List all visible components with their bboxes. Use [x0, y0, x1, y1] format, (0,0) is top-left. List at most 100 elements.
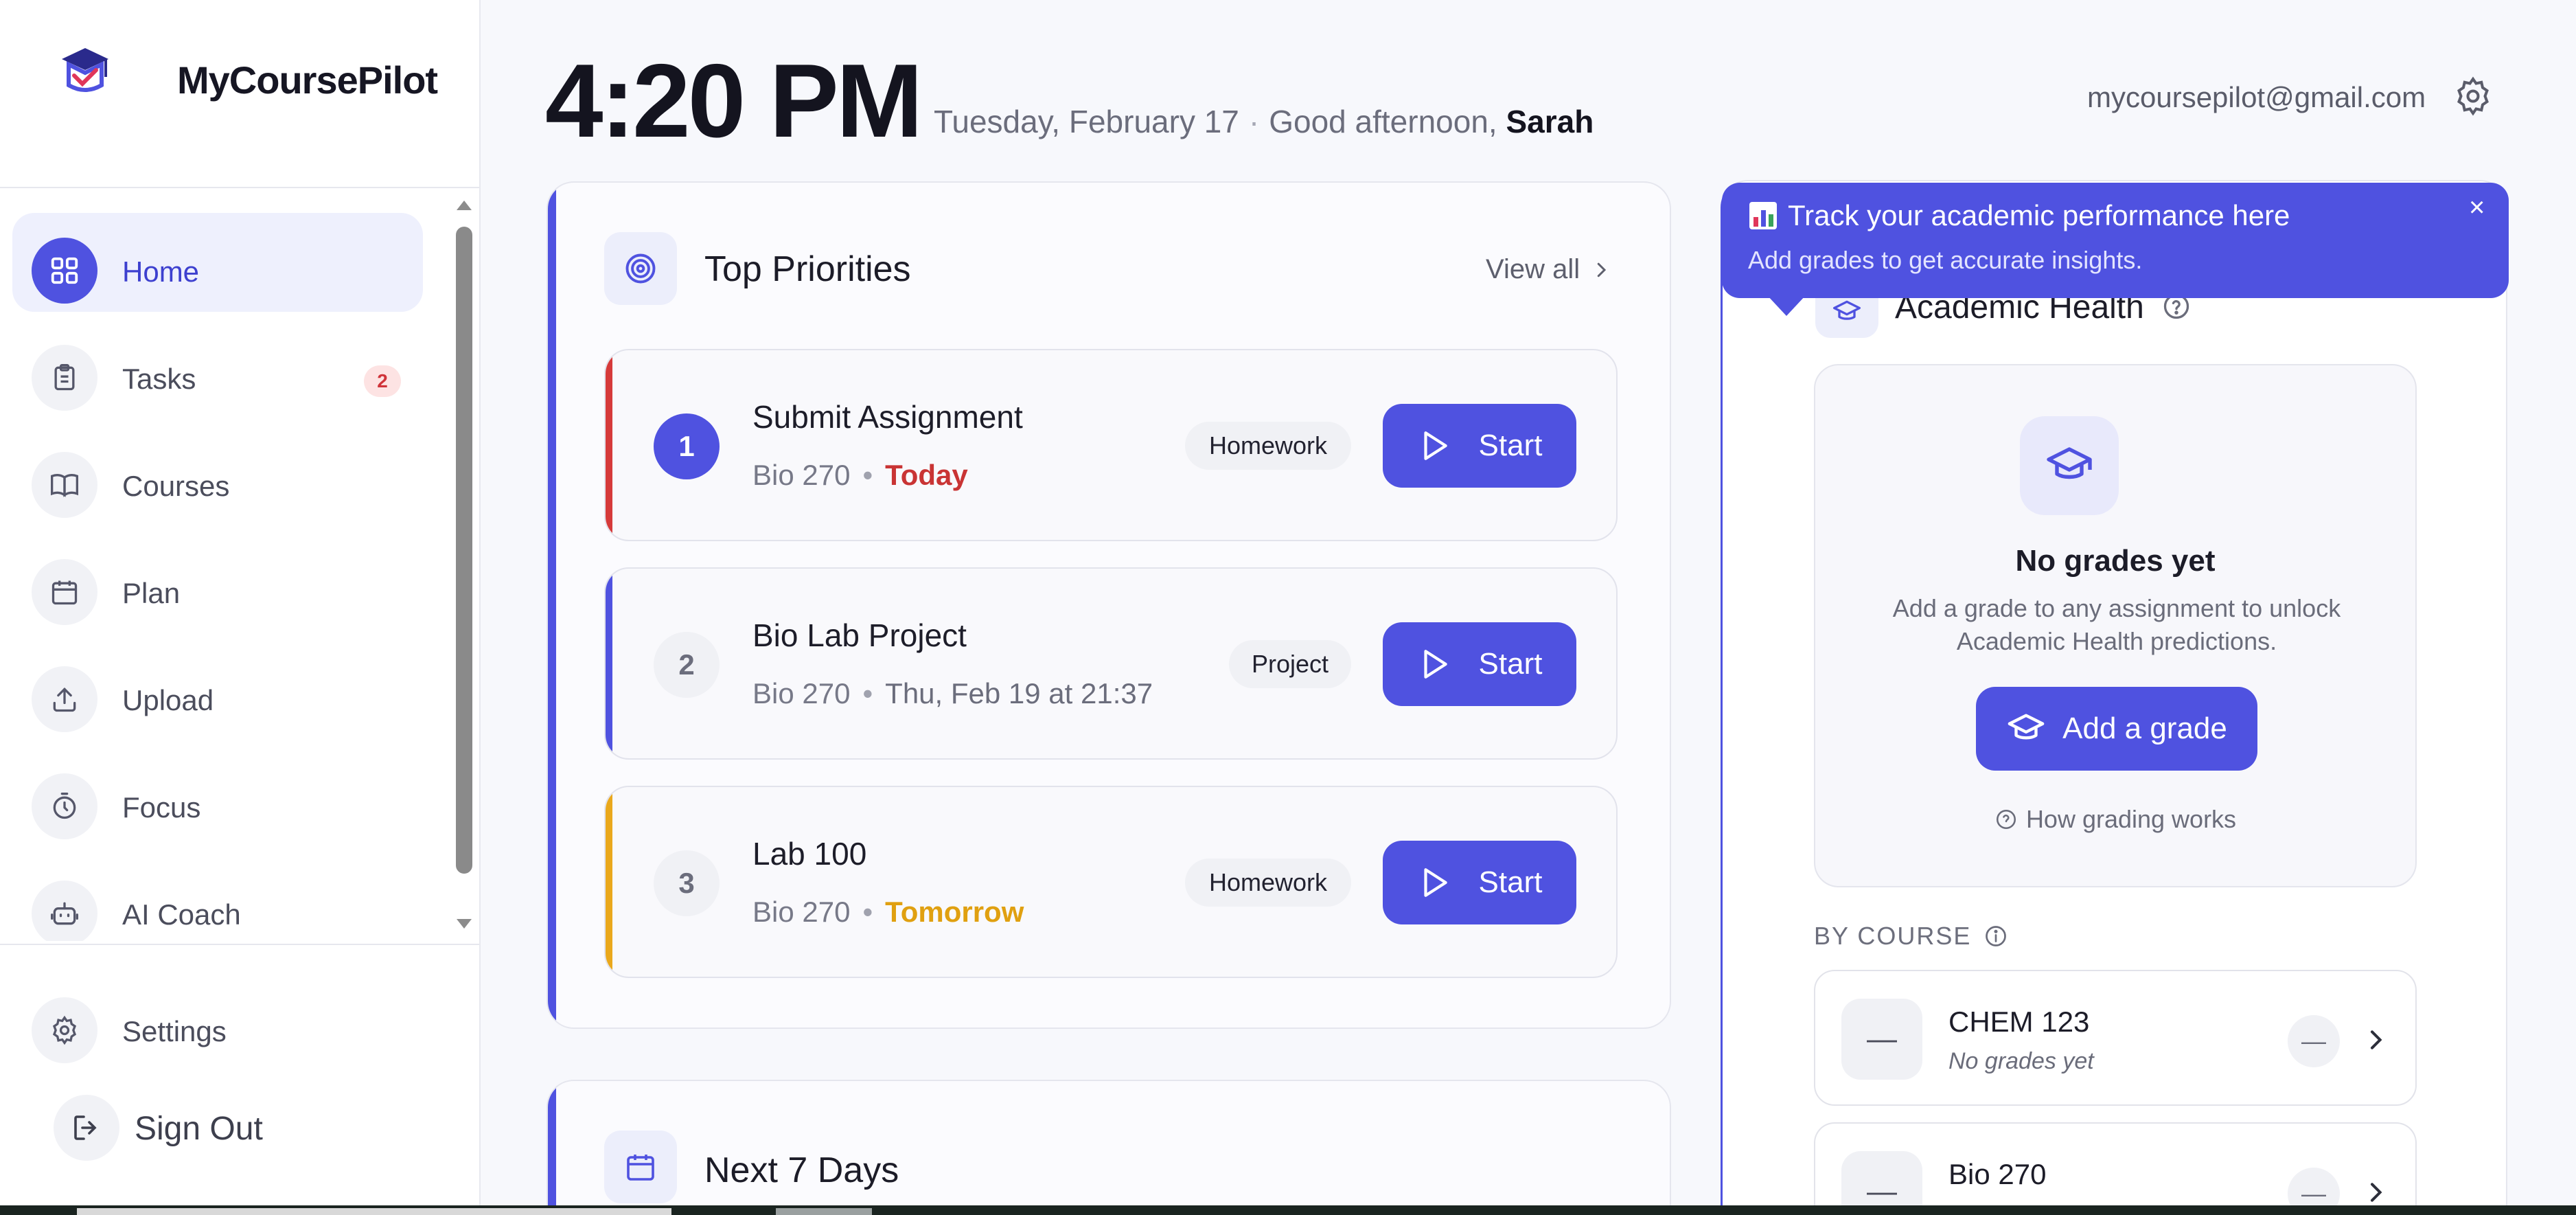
sidebar-nav: Home Tasks 2 Courses Plan Upload Focus A… [0, 199, 453, 941]
graduation-cap-icon [2008, 714, 2045, 740]
priority-item-1[interactable]: 1 Submit Assignment Bio 270 • Today Homewo… [604, 349, 1618, 541]
add-grade-button[interactable]: Add a grade [1976, 687, 2257, 771]
book-icon [32, 452, 97, 518]
priority-item-2[interactable]: 2 Bio Lab Project Bio 270 • Thu, Feb 19 at… [604, 567, 1618, 760]
tooltip-subtitle: Add grades to get accurate insights. [1748, 246, 2143, 274]
sidebar-item-label: AI Coach [122, 898, 241, 931]
sign-out-button[interactable]: Sign Out [135, 1110, 263, 1148]
priority-course: Bio 270 [752, 459, 851, 491]
chevron-right-icon [1597, 262, 1607, 277]
sidebar-item-label: Tasks [122, 363, 196, 395]
course-avatar: — [1841, 999, 1922, 1080]
priority-stripe [606, 350, 612, 540]
no-grades-empty-state: No grades yet Add a grade to any assignm… [1814, 364, 2417, 887]
priority-tag: Homework [1185, 859, 1351, 907]
start-button[interactable]: Start [1383, 404, 1576, 488]
empty-state-description: Add a grade to any assignment to unlock … [1892, 594, 2341, 655]
grid-icon [32, 238, 97, 304]
start-button[interactable]: Start [1383, 841, 1576, 924]
calendar-icon [604, 1131, 677, 1203]
priority-title: Bio Lab Project [752, 617, 967, 653]
priority-course: Bio 270 [752, 677, 851, 709]
brand-name[interactable]: MyCoursePilot [177, 58, 438, 102]
empty-state-title: No grades yet [2015, 544, 2216, 578]
brand-header: MyCoursePilot [0, 0, 479, 188]
how-grading-works-label: How grading works [2025, 805, 2237, 833]
card-accent-bar [548, 1081, 556, 1215]
scrollbar-thumb[interactable] [456, 227, 472, 874]
user-name: Sarah [1506, 104, 1594, 139]
next-7-days-title: Next 7 Days [704, 1150, 899, 1190]
course-name: CHEM 123 [1948, 1006, 2090, 1038]
add-grade-label: Add a grade [2062, 712, 2227, 745]
view-all-link[interactable]: View all [1486, 254, 1611, 285]
sidebar: MyCoursePilot Home Tasks 2 Courses Plan … [0, 0, 481, 1205]
graduation-cap-logo-icon[interactable] [60, 45, 110, 100]
os-taskbar [0, 1205, 2576, 1215]
sidebar-item-settings[interactable]: Settings [12, 973, 423, 1071]
scroll-up-arrow-icon[interactable] [457, 201, 472, 210]
sidebar-item-home[interactable]: Home [12, 213, 423, 312]
priority-due: Thu, Feb 19 at 21:37 [885, 677, 1153, 709]
sidebar-item-label: Settings [122, 1015, 227, 1047]
gear-icon [32, 997, 97, 1063]
page-header: 4:20 PM Tuesday, February 17 · Good aftern… [481, 0, 2576, 180]
course-grade-indicator: — [2288, 1015, 2340, 1067]
course-row-bio-270[interactable]: — Bio 270 — [1814, 1122, 2417, 1205]
sidebar-item-focus[interactable]: Focus [12, 749, 423, 848]
date-greeting: Tuesday, February 17 · Good afternoon, Sar… [934, 104, 1594, 139]
course-name: Bio 270 [1948, 1158, 2047, 1190]
scroll-down-arrow-icon[interactable] [457, 919, 472, 929]
course-status: No grades yet [1948, 1048, 2094, 1074]
course-avatar: — [1841, 1151, 1922, 1205]
start-button[interactable]: Start [1383, 622, 1576, 706]
priority-item-3[interactable]: 3 Lab 100 Bio 270 • Tomorrow Homework Star… [604, 786, 1618, 978]
priority-stripe [606, 787, 612, 977]
tasks-count-badge: 2 [364, 365, 401, 397]
chevron-right-icon[interactable] [2362, 1179, 2389, 1205]
greeting-text: Good afternoon, [1269, 104, 1497, 139]
priority-number: 2 [654, 632, 720, 698]
account-email[interactable]: mycoursepilot@gmail.com [2087, 81, 2426, 114]
play-icon [1423, 650, 1447, 679]
info-icon[interactable] [1983, 924, 2008, 949]
top-priorities-card: Top Priorities View all 1 Submit Assignm… [547, 181, 1671, 1029]
view-all-label: View all [1486, 254, 1580, 284]
sidebar-item-label: Plan [122, 577, 181, 609]
clock-time: 4:20 PM [545, 43, 923, 159]
sidebar-item-label: Courses [122, 470, 230, 502]
sidebar-item-label: Home [122, 256, 200, 288]
priority-stripe [606, 569, 612, 758]
sign-out-icon[interactable] [54, 1095, 119, 1161]
how-grading-works-link[interactable]: How grading works [1815, 805, 2415, 834]
current-date: Tuesday, February 17 [934, 104, 1239, 139]
sidebar-item-tasks[interactable]: Tasks 2 [12, 320, 423, 419]
calendar-icon [32, 559, 97, 625]
priority-title: Submit Assignment [752, 399, 1023, 435]
priority-number: 3 [654, 850, 720, 916]
priority-course: Bio 270 [752, 896, 851, 928]
sidebar-item-ai-coach[interactable]: AI Coach [12, 856, 423, 941]
settings-gear-icon[interactable] [2452, 76, 2494, 117]
by-course-label: BY COURSE [1814, 922, 1972, 950]
sidebar-item-plan[interactable]: Plan [12, 534, 423, 633]
timer-icon [32, 773, 97, 839]
start-label: Start [1478, 429, 1543, 462]
clipboard-icon [32, 345, 97, 411]
help-circle-icon [1996, 809, 2016, 830]
priority-due: Tomorrow [885, 896, 1024, 928]
sidebar-item-courses[interactable]: Courses [12, 427, 423, 526]
bar-chart-icon [1749, 202, 1777, 229]
card-accent-bar [548, 183, 556, 1027]
next-7-days-card: Next 7 Days [547, 1080, 1671, 1215]
graduation-cap-icon [2020, 416, 2119, 515]
upload-icon [32, 666, 97, 732]
close-icon[interactable]: × [2469, 192, 2485, 223]
robot-icon [32, 881, 97, 941]
sidebar-item-label: Focus [122, 791, 201, 824]
chevron-right-icon[interactable] [2362, 1026, 2389, 1054]
sidebar-item-upload[interactable]: Upload [12, 641, 423, 740]
course-row-chem-123[interactable]: — CHEM 123 No grades yet — [1814, 970, 2417, 1106]
priority-tag: Homework [1185, 422, 1351, 470]
start-label: Start [1478, 865, 1543, 899]
